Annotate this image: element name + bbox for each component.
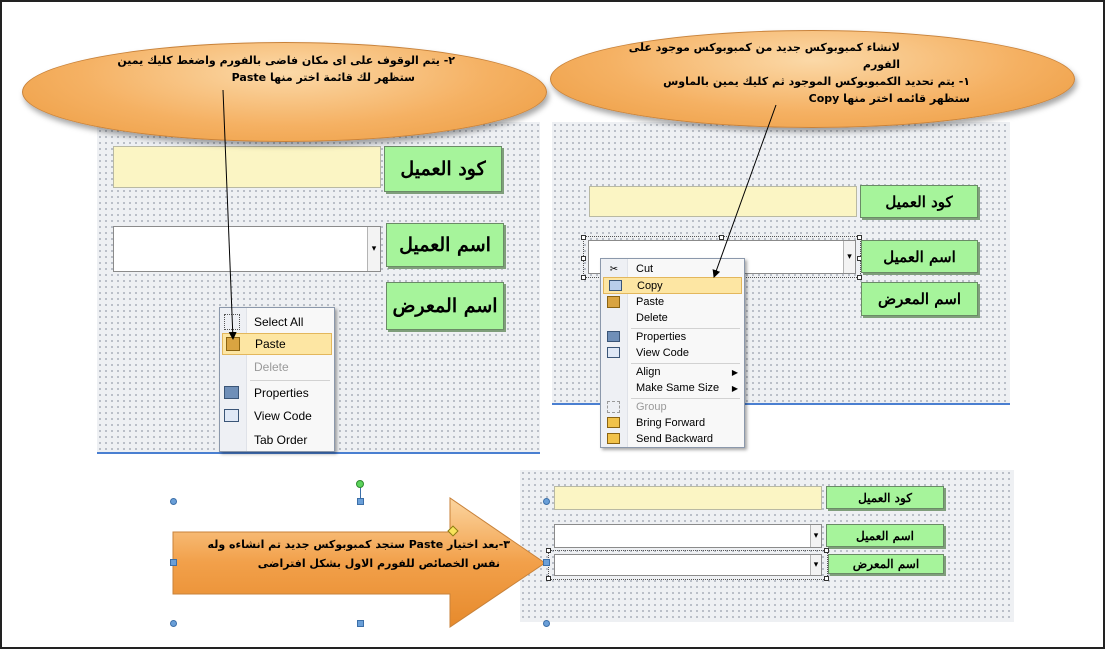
pointer-lines xyxy=(222,89,777,340)
